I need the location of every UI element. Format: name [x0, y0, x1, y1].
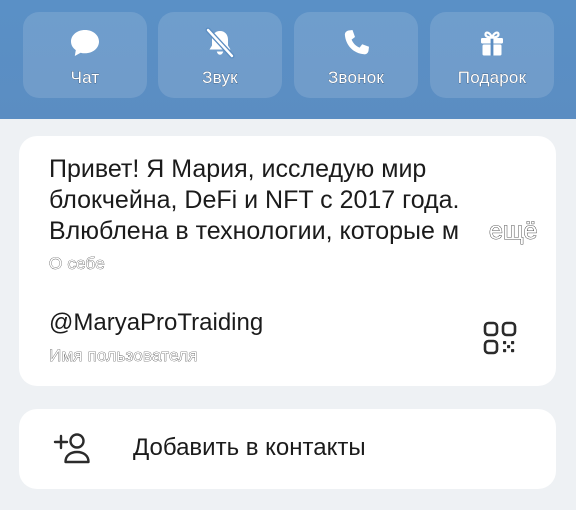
phone-icon [339, 26, 373, 60]
username[interactable]: @MaryaProTraiding [49, 309, 263, 337]
chat-label: Чат [70, 68, 100, 87]
bio-more-link[interactable]: ещё [489, 216, 538, 247]
call-label: Звонок [327, 68, 385, 87]
chat-bubble-icon [68, 26, 102, 60]
bio-caption: О себе [49, 254, 105, 274]
add-contact-label: Добавить в контакты [133, 434, 366, 461]
sound-label: Звук [202, 68, 238, 87]
bell-muted-icon [203, 26, 237, 60]
gift-button[interactable]: Подарок [430, 12, 554, 98]
add-contact-button[interactable]: Добавить в контакты [19, 409, 556, 489]
profile-header: Чат Звук Звонок Подарок [0, 0, 576, 119]
sound-button[interactable]: Звук [158, 12, 282, 98]
profile-info-card: Привет! Я Мария, исследую мир блокчейна,… [19, 136, 556, 386]
add-user-icon [53, 431, 91, 465]
chat-button[interactable]: Чат [23, 12, 147, 98]
call-button[interactable]: Звонок [294, 12, 418, 98]
gift-label: Подарок [457, 68, 527, 87]
qr-code-icon[interactable] [482, 320, 518, 356]
gift-icon [475, 26, 509, 60]
username-caption: Имя пользователя [49, 346, 198, 366]
bio-text: Привет! Я Мария, исследую мир блокчейна,… [49, 155, 460, 245]
